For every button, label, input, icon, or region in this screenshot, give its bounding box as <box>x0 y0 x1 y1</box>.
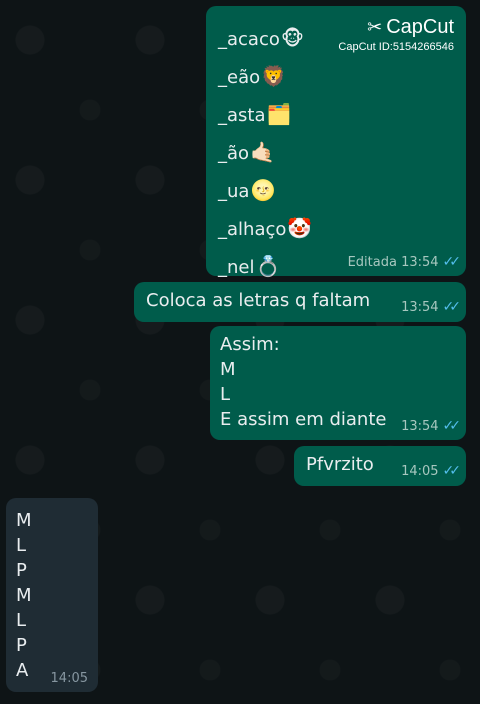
puzzle-line-text: _acaco <box>218 29 280 50</box>
message-line: L <box>220 384 231 405</box>
message-line: Assim: <box>220 334 280 355</box>
message-time: 13:54 <box>401 300 439 315</box>
message-bubble-reply[interactable]: Pfvrzito 14:05 ✓✓ <box>294 446 466 486</box>
message-bubble-example[interactable]: Assim: M L E assim em diante 13:54 ✓✓ <box>210 326 466 440</box>
puzzle-line: _ua🌝 <box>218 172 454 210</box>
puzzle-line-text: _ão <box>218 143 250 164</box>
message-meta: 14:05 <box>51 671 88 686</box>
capcut-brand: CapCut <box>386 16 454 38</box>
message-time: 14:05 <box>401 464 439 479</box>
message-time: 13:54 <box>401 255 439 270</box>
message-meta: Editada 13:54 ✓✓ <box>347 254 462 270</box>
read-ticks-icon: ✓✓ <box>442 254 462 270</box>
capcut-watermark: ✂ CapCut CapCut ID:5154266546 <box>338 16 454 53</box>
call-me-hand-icon: 🤙🏻 <box>250 140 275 164</box>
puzzle-line-text: _nel <box>218 257 255 278</box>
capcut-id: CapCut ID:5154266546 <box>338 41 454 53</box>
edited-label: Editada <box>347 255 397 270</box>
puzzle-line-text: _ua <box>218 181 250 202</box>
read-ticks-icon: ✓✓ <box>442 463 462 479</box>
message-meta: 13:54 ✓✓ <box>401 299 462 315</box>
monkey-icon: 🐵 <box>280 26 304 50</box>
message-bubble-incoming[interactable]: M L P M L P A 14:05 <box>6 498 98 692</box>
puzzle-line-text: _alhaço <box>218 219 287 240</box>
message-meta: 14:05 ✓✓ <box>401 463 462 479</box>
answer-letter: L <box>16 535 27 556</box>
puzzle-line: _eão🦁 <box>218 58 454 96</box>
message-time: 13:54 <box>401 419 439 434</box>
lion-icon: 🦁 <box>261 64 287 88</box>
answer-letter: P <box>16 635 27 656</box>
puzzle-line: _ão🤙🏻 <box>218 134 454 172</box>
message-time: 14:05 <box>50 671 88 686</box>
ring-icon: 💍 <box>255 254 281 278</box>
answer-letter: M <box>16 585 32 606</box>
answer-letter: P <box>16 560 27 581</box>
message-line: M <box>220 359 236 380</box>
answer-letter: M <box>16 510 32 531</box>
puzzle-line-text: _eão <box>218 67 261 88</box>
folder-icon: 🗂️ <box>266 102 292 126</box>
message-bubble-instruction[interactable]: Coloca as letras q faltam 13:54 ✓✓ <box>134 282 466 322</box>
puzzle-line: _asta🗂️ <box>218 96 454 134</box>
read-ticks-icon: ✓✓ <box>442 299 462 315</box>
capcut-logo-icon: ✂ <box>367 17 383 37</box>
clown-face-icon: 🤡 <box>287 216 313 240</box>
capcut-logo: ✂ CapCut <box>338 16 454 39</box>
answer-letter: L <box>16 610 27 631</box>
message-bubble-puzzle[interactable]: _acaco🐵 _eão🦁 _asta🗂️ _ão🤙🏻 _ua🌝 _alhaço… <box>206 6 466 278</box>
read-ticks-icon: ✓✓ <box>442 418 462 434</box>
puzzle-line-text: _asta <box>218 105 266 126</box>
full-moon-face-icon: 🌝 <box>250 178 276 202</box>
message-meta: 13:54 ✓✓ <box>401 418 462 434</box>
puzzle-line: _alhaço🤡 <box>218 210 454 248</box>
